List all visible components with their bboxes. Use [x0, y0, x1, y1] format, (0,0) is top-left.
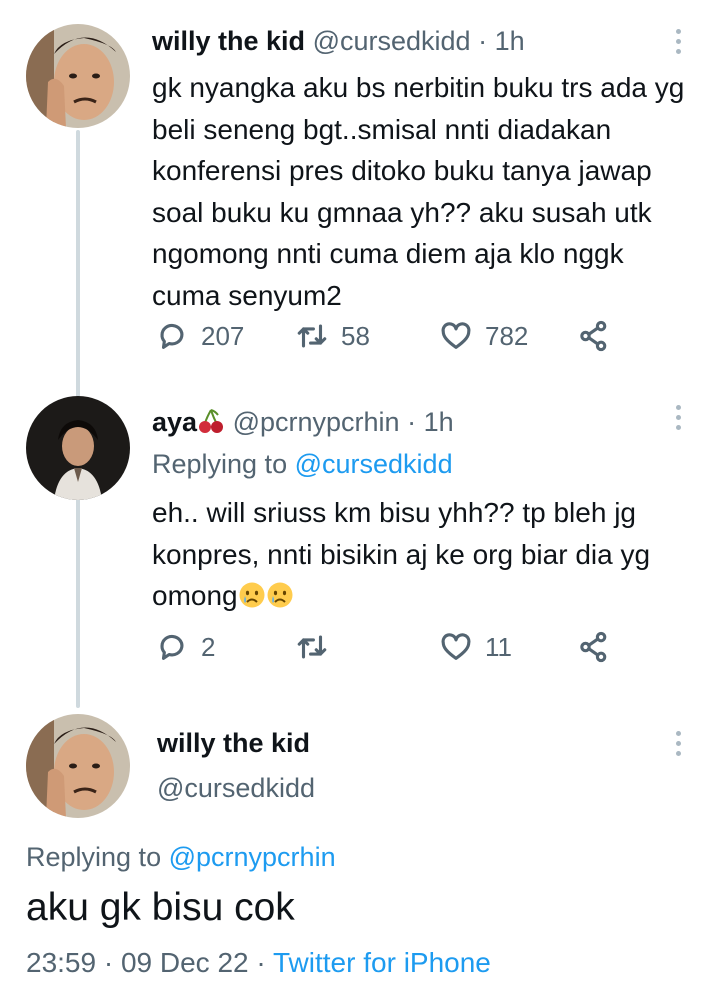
main-display-name[interactable]: willy the kid	[157, 726, 310, 760]
main-tweet: willy the kid @cursedkidd Replying to @p…	[0, 0, 720, 1004]
handle[interactable]: @cursedkidd	[157, 773, 315, 803]
tweet-source-link[interactable]: Twitter for iPhone	[273, 947, 491, 978]
main-handle[interactable]: @cursedkidd	[157, 771, 315, 805]
tweet-date[interactable]: 09 Dec 22	[121, 947, 249, 978]
replying-mention-link[interactable]: @pcrnypcrhin	[169, 842, 336, 872]
replying-to: Replying to @pcrnypcrhin	[26, 840, 336, 874]
more-options-icon[interactable]	[668, 726, 688, 760]
display-name[interactable]: willy the kid	[157, 728, 310, 758]
separator-dot: ·	[256, 947, 266, 978]
main-tweet-text: aku gk bisu cok	[26, 886, 295, 929]
conversation-thread: willy the kid @cursedkidd · 1h gk nyangk…	[0, 0, 720, 1004]
tweet-time[interactable]: 23:59	[26, 947, 96, 978]
separator-dot: ·	[103, 947, 114, 978]
avatar[interactable]	[26, 714, 130, 818]
tweet-metadata: 23:59 · 09 Dec 22 · Twitter for iPhone	[26, 944, 491, 982]
avatar-man-image	[26, 714, 130, 818]
replying-label: Replying to	[26, 842, 162, 872]
